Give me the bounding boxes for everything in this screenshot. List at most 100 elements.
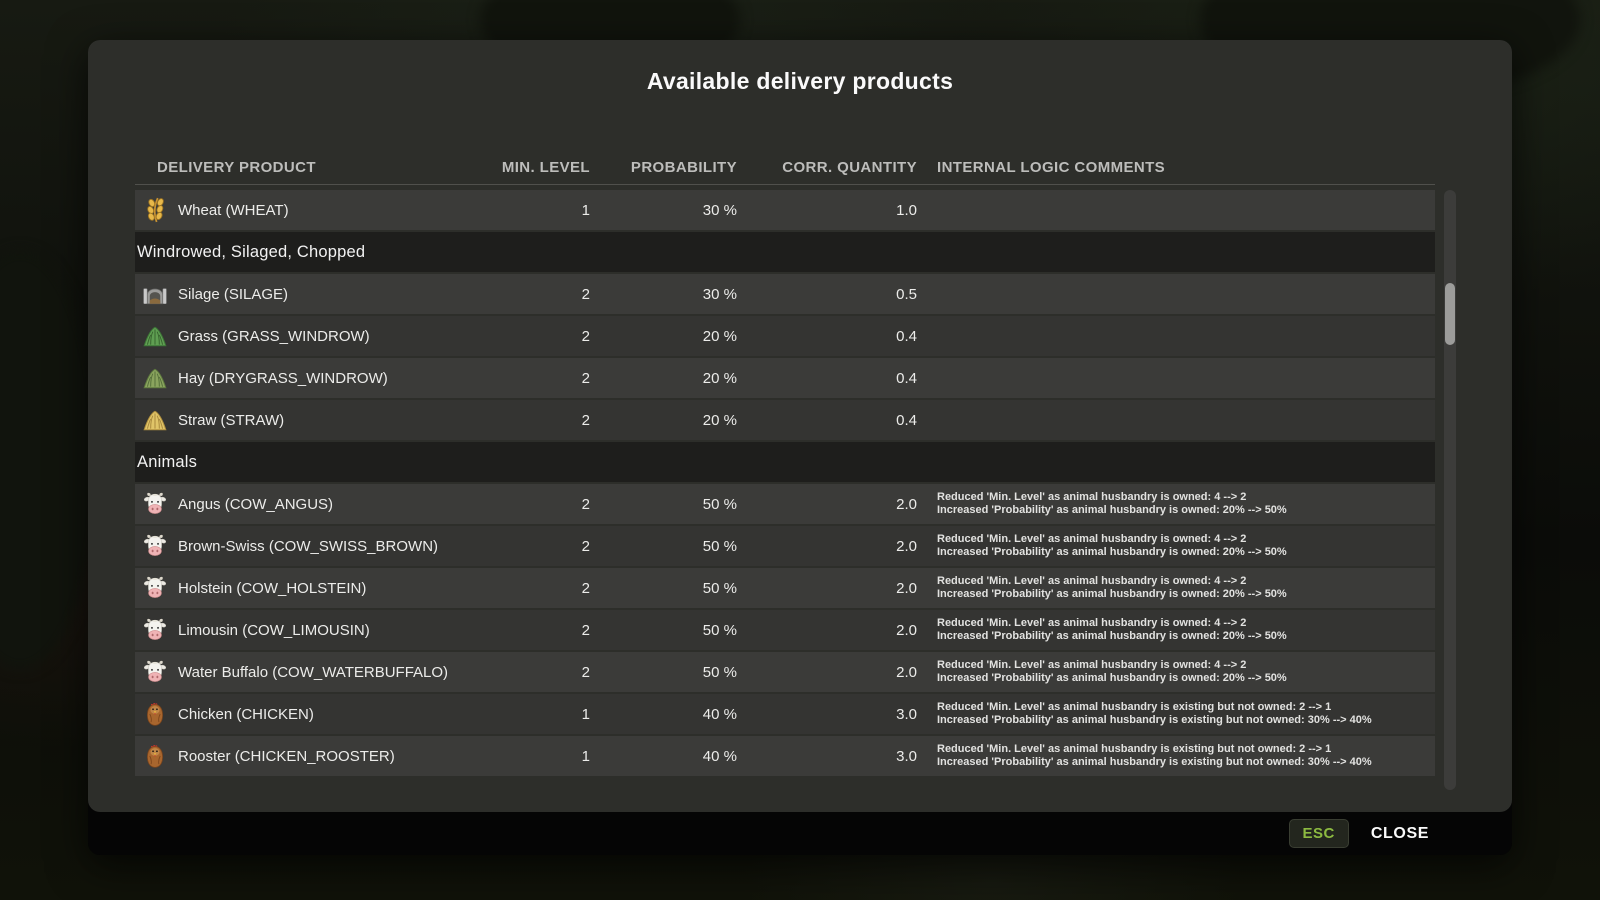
table-row-rooster[interactable]: Rooster (CHICKEN_ROOSTER) 1 40 % 3.0 Red…: [135, 736, 1435, 776]
product-name: Limousin (COW_LIMOUSIN): [178, 622, 370, 639]
silage-icon: [142, 281, 168, 307]
probability-value: 50 %: [590, 622, 737, 639]
quantity-value: 0.4: [737, 412, 917, 429]
section-label: Windrowed, Silaged, Chopped: [137, 243, 365, 261]
logic-comments: Reduced 'Min. Level' as animal husbandry…: [917, 743, 1435, 769]
table-row-grass[interactable]: Grass (GRASS_WINDROW) 2 20 % 0.4: [135, 316, 1435, 356]
dialog-title: Available delivery products: [88, 68, 1512, 95]
table-header-row: DELIVERY PRODUCT MIN. LEVEL PROBABILITY …: [135, 150, 1435, 185]
quantity-value: 2.0: [737, 622, 917, 639]
comment-line: Increased 'Probability' as animal husban…: [937, 756, 1435, 769]
product-name: Brown-Swiss (COW_SWISS_BROWN): [178, 538, 438, 555]
table-row-holstein[interactable]: Holstein (COW_HOLSTEIN) 2 50 % 2.0 Reduc…: [135, 568, 1435, 608]
wheat-icon: [142, 197, 168, 223]
quantity-value: 2.0: [737, 538, 917, 555]
comment-line: Increased 'Probability' as animal husban…: [937, 672, 1435, 685]
logic-comments: Reduced 'Min. Level' as animal husbandry…: [917, 491, 1435, 517]
comment-line: Increased 'Probability' as animal husban…: [937, 714, 1435, 727]
dialog-panel: Available delivery products DELIVERY PRO…: [88, 40, 1512, 812]
product-name: Angus (COW_ANGUS): [178, 496, 333, 513]
cow-icon: [142, 659, 168, 685]
probability-value: 40 %: [590, 706, 737, 723]
probability-value: 20 %: [590, 412, 737, 429]
comment-line: Reduced 'Min. Level' as animal husbandry…: [937, 491, 1435, 504]
grass-icon: [142, 323, 168, 349]
quantity-value: 1.0: [737, 202, 917, 219]
quantity-value: 2.0: [737, 664, 917, 681]
chicken-icon: [142, 743, 168, 769]
section-header-windrowed: Windrowed, Silaged, Chopped: [135, 232, 1435, 272]
quantity-value: 0.5: [737, 286, 917, 303]
min-level-value: 1: [467, 748, 590, 765]
min-level-value: 2: [467, 580, 590, 597]
product-name: Wheat (WHEAT): [178, 202, 289, 219]
column-header-delivery-product: DELIVERY PRODUCT: [135, 159, 467, 176]
min-level-value: 2: [467, 622, 590, 639]
probability-value: 20 %: [590, 370, 737, 387]
table-row-limousin[interactable]: Limousin (COW_LIMOUSIN) 2 50 % 2.0 Reduc…: [135, 610, 1435, 650]
comment-line: Increased 'Probability' as animal husban…: [937, 546, 1435, 559]
table-row-angus[interactable]: Angus (COW_ANGUS) 2 50 % 2.0 Reduced 'Mi…: [135, 484, 1435, 524]
min-level-value: 2: [467, 538, 590, 555]
column-header-corr-quantity: CORR. QUANTITY: [737, 159, 917, 176]
cow-icon: [142, 491, 168, 517]
product-table: Wheat (WHEAT) 1 30 % 1.0 Windrowed, Sila…: [135, 190, 1435, 790]
close-button[interactable]: CLOSE: [1365, 824, 1435, 844]
product-name: Holstein (COW_HOLSTEIN): [178, 580, 366, 597]
comment-line: Increased 'Probability' as animal husban…: [937, 630, 1435, 643]
quantity-value: 2.0: [737, 580, 917, 597]
table-row-straw[interactable]: Straw (STRAW) 2 20 % 0.4: [135, 400, 1435, 440]
probability-value: 30 %: [590, 286, 737, 303]
min-level-value: 2: [467, 412, 590, 429]
section-header-animals: Animals: [135, 442, 1435, 482]
delivery-products-dialog: Available delivery products DELIVERY PRO…: [88, 40, 1512, 855]
min-level-value: 2: [467, 664, 590, 681]
table-row-hay[interactable]: Hay (DRYGRASS_WINDROW) 2 20 % 0.4: [135, 358, 1435, 398]
comment-line: Reduced 'Min. Level' as animal husbandry…: [937, 659, 1435, 672]
probability-value: 50 %: [590, 580, 737, 597]
product-name: Silage (SILAGE): [178, 286, 288, 303]
min-level-value: 2: [467, 286, 590, 303]
min-level-value: 2: [467, 370, 590, 387]
logic-comments: Reduced 'Min. Level' as animal husbandry…: [917, 659, 1435, 685]
chicken-icon: [142, 701, 168, 727]
product-name: Hay (DRYGRASS_WINDROW): [178, 370, 388, 387]
hay-icon: [142, 365, 168, 391]
product-name: Straw (STRAW): [178, 412, 284, 429]
product-name: Water Buffalo (COW_WATERBUFFALO): [178, 664, 448, 681]
table-row-silage[interactable]: Silage (SILAGE) 2 30 % 0.5: [135, 274, 1435, 314]
quantity-value: 3.0: [737, 748, 917, 765]
logic-comments: Reduced 'Min. Level' as animal husbandry…: [917, 617, 1435, 643]
quantity-value: 3.0: [737, 706, 917, 723]
column-header-internal-logic-comments: INTERNAL LOGIC COMMENTS: [917, 159, 1435, 176]
section-label: Animals: [137, 453, 197, 471]
dialog-footer: ESC CLOSE: [88, 812, 1512, 855]
min-level-value: 2: [467, 328, 590, 345]
min-level-value: 1: [467, 706, 590, 723]
logic-comments: Reduced 'Min. Level' as animal husbandry…: [917, 701, 1435, 727]
probability-value: 50 %: [590, 538, 737, 555]
logic-comments: Reduced 'Min. Level' as animal husbandry…: [917, 575, 1435, 601]
table-row-brown-swiss[interactable]: Brown-Swiss (COW_SWISS_BROWN) 2 50 % 2.0…: [135, 526, 1435, 566]
table-scrollbar[interactable]: [1444, 190, 1456, 790]
probability-value: 40 %: [590, 748, 737, 765]
table-row-water-buffalo[interactable]: Water Buffalo (COW_WATERBUFFALO) 2 50 % …: [135, 652, 1435, 692]
comment-line: Reduced 'Min. Level' as animal husbandry…: [937, 575, 1435, 588]
product-name: Rooster (CHICKEN_ROOSTER): [178, 748, 395, 765]
tree-silhouette: [0, 250, 100, 670]
column-header-probability: PROBABILITY: [590, 159, 737, 176]
probability-value: 20 %: [590, 328, 737, 345]
probability-value: 30 %: [590, 202, 737, 219]
comment-line: Reduced 'Min. Level' as animal husbandry…: [937, 533, 1435, 546]
table-row-chicken[interactable]: Chicken (CHICKEN) 1 40 % 3.0 Reduced 'Mi…: [135, 694, 1435, 734]
table-row-wheat[interactable]: Wheat (WHEAT) 1 30 % 1.0: [135, 190, 1435, 230]
cow-icon: [142, 575, 168, 601]
esc-key-hint[interactable]: ESC: [1289, 819, 1349, 848]
straw-icon: [142, 407, 168, 433]
probability-value: 50 %: [590, 496, 737, 513]
quantity-value: 2.0: [737, 496, 917, 513]
game-background: Available delivery products DELIVERY PRO…: [0, 0, 1600, 900]
probability-value: 50 %: [590, 664, 737, 681]
scrollbar-thumb[interactable]: [1445, 283, 1455, 345]
comment-line: Reduced 'Min. Level' as animal husbandry…: [937, 617, 1435, 630]
